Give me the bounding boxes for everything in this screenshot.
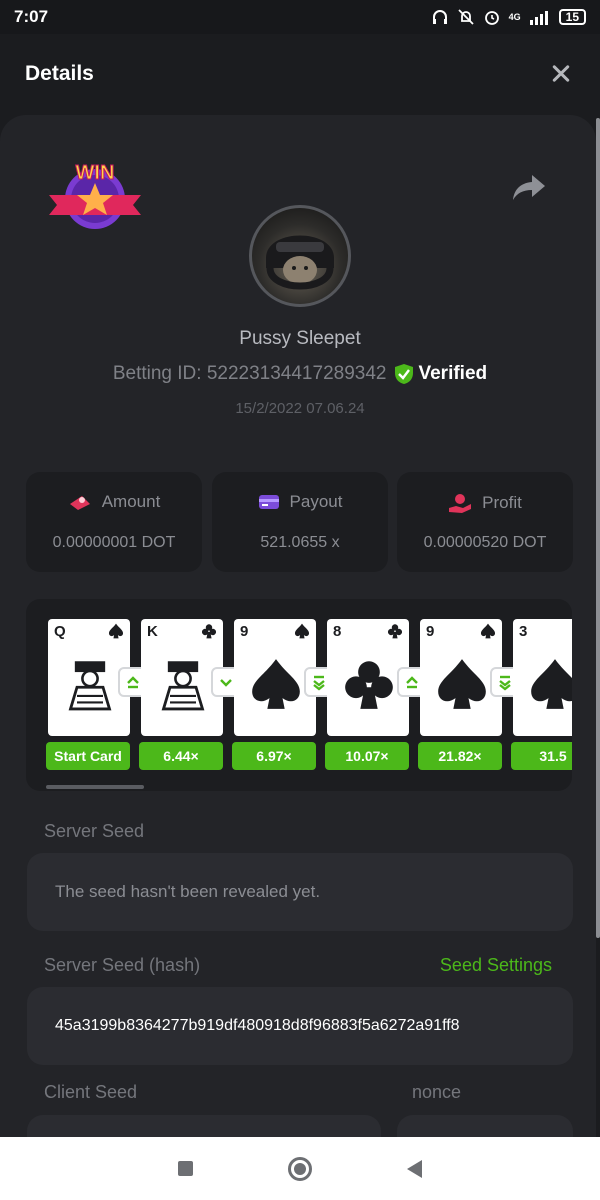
- status-icons: 4G 15: [431, 8, 586, 26]
- profit-value: 0.00000520 DOT: [423, 534, 547, 551]
- seed-settings-link[interactable]: Seed Settings: [440, 955, 552, 976]
- spade-large-icon: [438, 659, 486, 709]
- verified-badge: Verified: [394, 363, 487, 385]
- bet-date: 15/2/2022 07.06.24: [235, 400, 365, 417]
- spade-icon: [108, 623, 124, 639]
- network-label: 4G: [508, 12, 521, 22]
- spade-large-icon: [252, 659, 300, 709]
- card-multiplier: 10.07×: [325, 742, 409, 770]
- player-name: Pussy Sleepet: [239, 328, 361, 349]
- alarm-icon: [484, 11, 499, 25]
- back-icon[interactable]: [407, 1159, 423, 1178]
- card-rank: 9: [240, 623, 249, 640]
- card-rank: 3: [519, 623, 528, 640]
- club-icon: [201, 624, 217, 639]
- win-badge-text: WIN: [76, 162, 115, 184]
- amount-label: Amount: [101, 492, 161, 511]
- headphones-icon: [432, 10, 447, 24]
- face-card-figure-icon: [68, 661, 112, 711]
- server-seed-hash-label: Server Seed (hash): [44, 955, 201, 975]
- card-multiplier: Start Card: [46, 742, 130, 770]
- spade-icon: [294, 623, 310, 639]
- spade-icon: [480, 623, 496, 639]
- page-title: Details: [25, 62, 94, 85]
- status-time: 7:07: [14, 7, 49, 26]
- battery-icon: 15: [558, 9, 586, 25]
- profit-label: Profit: [482, 493, 522, 512]
- amount-value: 0.00000001 DOT: [52, 534, 176, 551]
- card-rank: K: [147, 623, 158, 640]
- server-seed-label: Server Seed: [44, 821, 145, 841]
- card-multiplier: 31.5: [511, 742, 572, 770]
- profit-hand-icon: [449, 494, 472, 513]
- wallet-icon: [258, 495, 279, 509]
- vertical-scrollbar[interactable]: [596, 118, 600, 938]
- cat-helmet-icon: [266, 235, 334, 290]
- card-rank: 8: [333, 623, 342, 640]
- nonce-label: nonce: [412, 1082, 462, 1102]
- horizontal-scrollbar[interactable]: [46, 785, 144, 789]
- close-icon[interactable]: [547, 60, 575, 88]
- signal-icon: [529, 11, 548, 25]
- avatar: [249, 205, 351, 307]
- payout-label: Payout: [289, 492, 343, 511]
- spade-large-icon: [531, 659, 572, 709]
- cards-history[interactable]: Q Start Card K 6.44× 9 6.97× 8 10.07× 9 21.82× 3 31…: [26, 599, 572, 791]
- home-icon[interactable]: [287, 1156, 312, 1181]
- card-multiplier: 6.44×: [139, 742, 223, 770]
- client-seed-field[interactable]: [27, 1115, 381, 1137]
- client-seed-label: Client Seed: [44, 1082, 138, 1102]
- recents-icon[interactable]: [177, 1161, 193, 1176]
- bell-off-icon: [457, 9, 474, 25]
- card-rank: 9: [426, 623, 435, 640]
- card-rank: Q: [54, 623, 66, 640]
- details-sheet: WIN Pussy Sleepet Betting ID: 5222313441…: [0, 115, 596, 1137]
- face-card-figure-icon: [161, 661, 205, 711]
- card-multiplier: 21.82×: [418, 742, 502, 770]
- profit-stat: Profit 0.00000520 DOT: [397, 472, 573, 572]
- shield-check-icon: [395, 364, 414, 384]
- card-multiplier: 6.97×: [232, 742, 316, 770]
- nonce-field[interactable]: [397, 1115, 573, 1137]
- server-seed-field: The seed hasn't been revealed yet.: [27, 853, 573, 931]
- betting-id-row: Betting ID: 52223134417289342 Verified: [0, 363, 596, 385]
- payout-value: 521.0655 x: [260, 534, 340, 551]
- betting-id: Betting ID: 52223134417289342: [112, 363, 387, 384]
- verified-label: Verified: [418, 363, 488, 384]
- share-icon[interactable]: [512, 173, 546, 201]
- system-nav-bar: [0, 1137, 600, 1200]
- amount-icon: [69, 496, 90, 510]
- club-large-icon: [345, 661, 393, 709]
- header: Details: [0, 34, 600, 114]
- amount-stat: Amount 0.00000001 DOT: [26, 472, 202, 572]
- club-icon: [387, 624, 403, 639]
- playing-card: 3: [513, 619, 572, 736]
- payout-stat: Payout 521.0655 x: [212, 472, 388, 572]
- server-seed-hash-field[interactable]: 45a3199b8364277b919df480918d8f96883f5a62…: [27, 987, 573, 1065]
- win-badge-icon: WIN: [49, 162, 141, 229]
- status-bar: 7:07 4G 15: [0, 0, 600, 34]
